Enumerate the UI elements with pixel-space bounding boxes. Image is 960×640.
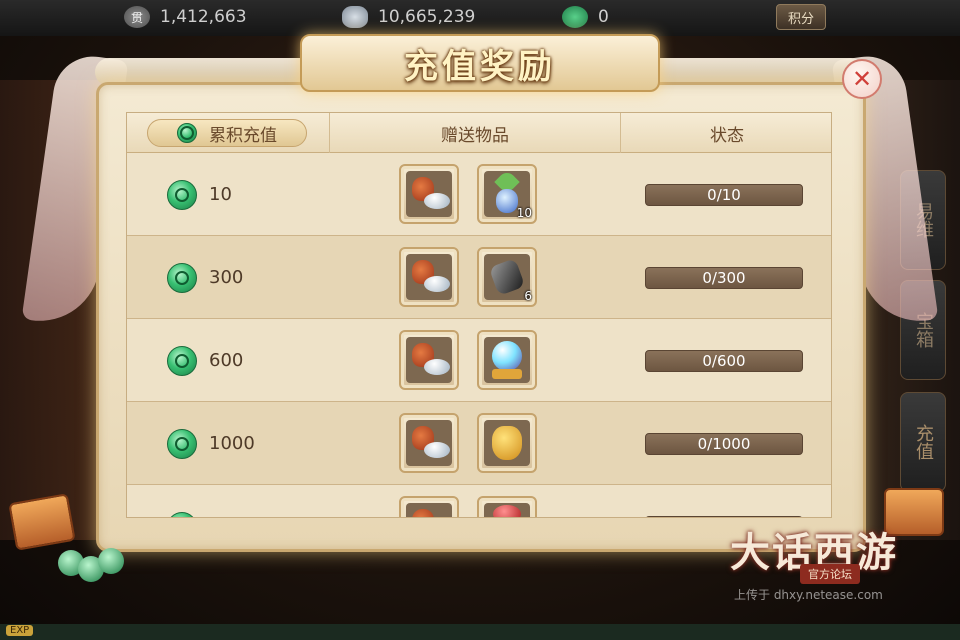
progress-status: 0/1000 (645, 433, 803, 455)
gift-bag-icon (406, 503, 452, 517)
gift-bag-icon (406, 171, 452, 217)
header-status: 状态 (710, 125, 744, 146)
table-row: 10 10 0/10 (127, 153, 831, 236)
reward-item-slot[interactable]: 6 (477, 247, 537, 307)
crystal-orb-icon (484, 337, 530, 383)
reward-item-slot[interactable] (477, 330, 537, 390)
jade-coin-amount: 0 (598, 7, 609, 27)
recharge-amount (167, 485, 209, 517)
table-row: 600 0/600 (127, 319, 831, 402)
close-icon: ✕ (851, 65, 873, 93)
red-bag-icon (484, 503, 530, 517)
tael-icon: 贯 (124, 6, 150, 28)
progress-status: 0/300 (645, 267, 803, 289)
jade-coin-icon (562, 6, 588, 28)
exp-bar: EXP (0, 624, 960, 640)
reward-item-slot[interactable] (399, 496, 459, 517)
header-total-recharge: 累积充值 (147, 119, 307, 147)
recharge-amount: 1000 (167, 402, 255, 485)
score-button[interactable]: 积分 (776, 4, 826, 30)
jade-coin-icon (167, 511, 197, 517)
reward-item-slot[interactable]: 10 (477, 164, 537, 224)
recharge-amount-value: 300 (209, 267, 244, 288)
silver-resource: 10,665,239 (342, 6, 475, 28)
tael-resource: 贯 1,412,663 (124, 6, 247, 28)
jade-coin-resource: 0 (562, 6, 609, 28)
watermark-badge: 官方论坛 (800, 564, 860, 584)
jade-coin-icon (167, 179, 197, 210)
recharge-amount: 10 (167, 153, 232, 236)
gift-bag-icon (406, 254, 452, 300)
recharge-amount-value: 600 (209, 350, 244, 371)
gift-bag-icon (406, 420, 452, 466)
watermark-url: 上传于 dhxy.netease.com (734, 588, 883, 602)
exp-label: EXP (6, 625, 34, 636)
table-row: 300 6 0/300 (127, 236, 831, 319)
forum-watermark: 大话西游 官方论坛 上传于 dhxy.netease.com (730, 520, 930, 610)
dialog-title: 充值奖励 (404, 46, 556, 87)
table-row: 1000 0/1000 (127, 402, 831, 485)
reward-item-slot[interactable] (399, 164, 459, 224)
jade-coin-icon (167, 345, 197, 376)
jade-coin-icon (177, 123, 197, 143)
progress-status: 0/10 (645, 184, 803, 206)
progress-status: 0/600 (645, 350, 803, 372)
silver-amount: 10,665,239 (378, 7, 476, 27)
reward-item-slot[interactable] (399, 413, 459, 473)
recharge-amount: 600 (167, 319, 243, 402)
gold-bag-icon (484, 420, 530, 466)
reward-item-slot[interactable] (477, 496, 537, 517)
item-quantity: 6 (524, 289, 532, 303)
jade-coin-icon (167, 262, 197, 293)
side-tab-recharge[interactable]: 充值 (900, 392, 946, 492)
jade-coin-decoration (98, 548, 124, 574)
treasure-chest-decoration (8, 493, 76, 551)
recharge-amount-value: 10 (209, 184, 232, 205)
table-row (127, 485, 831, 517)
gift-bag-icon (406, 337, 452, 383)
reward-item-slot[interactable] (477, 413, 537, 473)
item-quantity: 10 (516, 206, 532, 220)
tael-amount: 1,412,663 (160, 7, 247, 27)
silver-icon (342, 6, 368, 28)
header-total-recharge-label: 累积充值 (209, 125, 277, 146)
progress-status (645, 516, 803, 517)
reward-item-slot[interactable] (399, 247, 459, 307)
reward-item-slot[interactable] (399, 330, 459, 390)
jade-coin-icon (167, 428, 197, 459)
reward-table: 累积充值 赠送物品 状态 10 10 0/10 300 6 0/300 600 … (126, 112, 832, 518)
header-gift-items: 赠送物品 (329, 113, 621, 153)
close-button[interactable]: ✕ (842, 59, 882, 99)
recharge-amount: 300 (167, 236, 243, 319)
resource-bar: 贯 1,412,663 10,665,239 0 积分 (0, 0, 960, 36)
recharge-amount-value: 1000 (209, 433, 255, 454)
table-header: 累积充值 赠送物品 状态 (127, 113, 831, 153)
